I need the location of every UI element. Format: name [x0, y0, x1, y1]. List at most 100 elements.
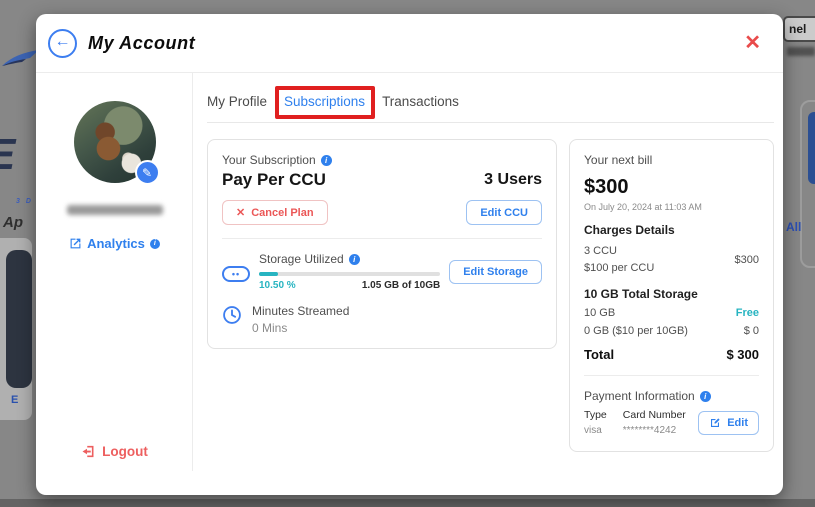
storage-progress-fill — [259, 272, 278, 276]
payment-type-column: Type visa — [584, 409, 607, 436]
payment-type-value: visa — [584, 425, 607, 436]
close-button[interactable]: ✕ — [744, 33, 761, 53]
charge-line-storage-extra: 0 GB ($10 per 10GB) $ 0 — [584, 325, 759, 337]
account-content: My Profile Subscriptions Transactions Yo… — [193, 73, 783, 495]
background-blurred-text — [787, 47, 815, 56]
avatar[interactable]: ✎ — [74, 101, 156, 183]
logout-label: Logout — [102, 444, 148, 459]
minutes-row: Minutes Streamed 0 Mins — [222, 304, 542, 335]
storage-details: Storage Utilized i 10.50 % 1.05 GB of 10… — [259, 252, 440, 291]
cards-row: Your Subscription i Pay Per CCU 3 Users … — [207, 139, 774, 452]
modal-title: My Account — [88, 33, 195, 54]
close-icon: ✕ — [744, 32, 761, 54]
payment-heading-label: Payment Information — [584, 389, 695, 403]
edit-storage-label: Edit Storage — [463, 266, 528, 278]
modal-header: ← My Account ✕ — [36, 14, 783, 73]
ccu-rate: $100 per CCU — [584, 260, 654, 277]
minutes-details: Minutes Streamed 0 Mins — [252, 304, 349, 335]
tab-transactions[interactable]: Transactions — [382, 94, 459, 109]
account-sidebar: ✎ Analytics i Logo — [36, 73, 193, 495]
app-logo-letter: E — [0, 130, 13, 180]
bill-date: On July 20, 2024 at 11:03 AM — [584, 202, 759, 212]
ccu-label: 3 CCU — [584, 243, 654, 260]
tab-my-profile[interactable]: My Profile — [207, 94, 267, 109]
cancel-plan-label: Cancel Plan — [251, 207, 313, 219]
storage-label: Storage Utilized — [259, 252, 344, 266]
payment-row: Type visa Card Number ********4242 — [584, 409, 759, 436]
edit-ccu-button[interactable]: Edit CCU — [466, 200, 542, 225]
payment-card-value: ********4242 — [623, 425, 686, 436]
cancel-plan-button[interactable]: ✕ Cancel Plan — [222, 200, 328, 225]
total-row: Total $ 300 — [584, 347, 759, 362]
payment-heading: Payment Information i — [584, 389, 759, 403]
background-right-button — [808, 112, 815, 184]
analytics-label: Analytics — [87, 236, 145, 251]
edit-payment-button[interactable]: Edit — [698, 411, 759, 435]
storage-free-label: 10 GB — [584, 307, 615, 319]
tab-subscriptions-label: Subscriptions — [284, 94, 365, 109]
pencil-icon: ✎ — [142, 166, 152, 180]
edit-ccu-label: Edit CCU — [480, 207, 528, 219]
storage-free-value: Free — [736, 307, 759, 319]
plan-name: Pay Per CCU — [222, 170, 326, 190]
minutes-value: 0 Mins — [252, 321, 349, 335]
tab-bar: My Profile Subscriptions Transactions — [207, 88, 774, 123]
subscription-card: Your Subscription i Pay Per CCU 3 Users … — [207, 139, 557, 349]
card-divider — [222, 238, 542, 239]
storage-extra-label: 0 GB ($10 per 10GB) — [584, 325, 688, 337]
info-icon[interactable]: i — [700, 391, 711, 402]
background-channel-button: nel — [783, 16, 815, 42]
storage-group-heading: 10 GB Total Storage — [584, 287, 759, 301]
edit-storage-button[interactable]: Edit Storage — [449, 260, 542, 284]
info-icon[interactable]: i — [321, 155, 332, 166]
bill-heading: Your next bill — [584, 153, 759, 167]
edit-pencil-icon — [709, 417, 721, 429]
payment-card-header: Card Number — [623, 409, 686, 421]
back-button[interactable]: ← — [48, 29, 77, 58]
background-app-card-label: E — [11, 394, 18, 406]
storage-row: •• Storage Utilized i 10.50 — [222, 252, 542, 291]
logout-button[interactable]: Logout — [81, 444, 148, 459]
next-bill-card: Your next bill $300 On July 20, 2024 at … — [569, 139, 774, 452]
sidebar-divider — [192, 73, 193, 471]
total-value: $ 300 — [726, 347, 759, 362]
users-count: 3 Users — [484, 171, 542, 189]
storage-drive-icon: •• — [222, 266, 250, 282]
screen: E 3 D Ap E nel All ← My Account ✕ — [0, 0, 815, 507]
external-link-icon — [69, 237, 82, 250]
plan-row: Pay Per CCU 3 Users — [222, 170, 542, 190]
analytics-link[interactable]: Analytics i — [69, 236, 160, 251]
my-account-modal: ← My Account ✕ ✎ — [36, 14, 783, 495]
avatar-edit-badge[interactable]: ✎ — [135, 160, 160, 185]
app-logo-subtext: 3 D — [16, 198, 33, 205]
app-logo-swoosh-icon — [2, 48, 40, 70]
x-icon: ✕ — [236, 206, 245, 219]
info-icon[interactable]: i — [150, 239, 160, 249]
background-apps-heading: Ap — [3, 214, 23, 231]
storage-percent: 10.50 % — [259, 280, 296, 291]
subscription-heading-label: Your Subscription — [222, 153, 316, 167]
bill-amount: $300 — [584, 176, 759, 199]
logout-icon — [81, 444, 96, 459]
payment-type-header: Type — [584, 409, 607, 421]
storage-heading: Storage Utilized i — [259, 252, 440, 266]
ccu-amount: $300 — [735, 254, 759, 266]
charge-line-storage-free: 10 GB Free — [584, 307, 759, 319]
storage-usage: 1.05 GB of 10GB — [362, 280, 440, 291]
charges-heading: Charges Details — [584, 223, 759, 237]
charge-line-ccu: 3 CCU $100 per CCU $300 — [584, 243, 759, 276]
back-arrow-icon: ← — [55, 34, 71, 50]
plan-actions: ✕ Cancel Plan Edit CCU — [222, 200, 542, 225]
clock-icon — [222, 305, 242, 325]
info-icon[interactable]: i — [349, 254, 360, 265]
total-label: Total — [584, 347, 614, 362]
storage-extra-value: $ 0 — [744, 325, 759, 337]
edit-payment-label: Edit — [727, 417, 748, 429]
storage-progress-track — [259, 272, 440, 276]
window-bottom-edge — [0, 499, 815, 507]
charge-line-ccu-labels: 3 CCU $100 per CCU — [584, 243, 654, 276]
tab-subscriptions[interactable]: Subscriptions — [284, 94, 365, 109]
storage-stats: 10.50 % 1.05 GB of 10GB — [259, 280, 440, 291]
payment-table: Type visa Card Number ********4242 — [584, 409, 686, 436]
minutes-label: Minutes Streamed — [252, 304, 349, 318]
